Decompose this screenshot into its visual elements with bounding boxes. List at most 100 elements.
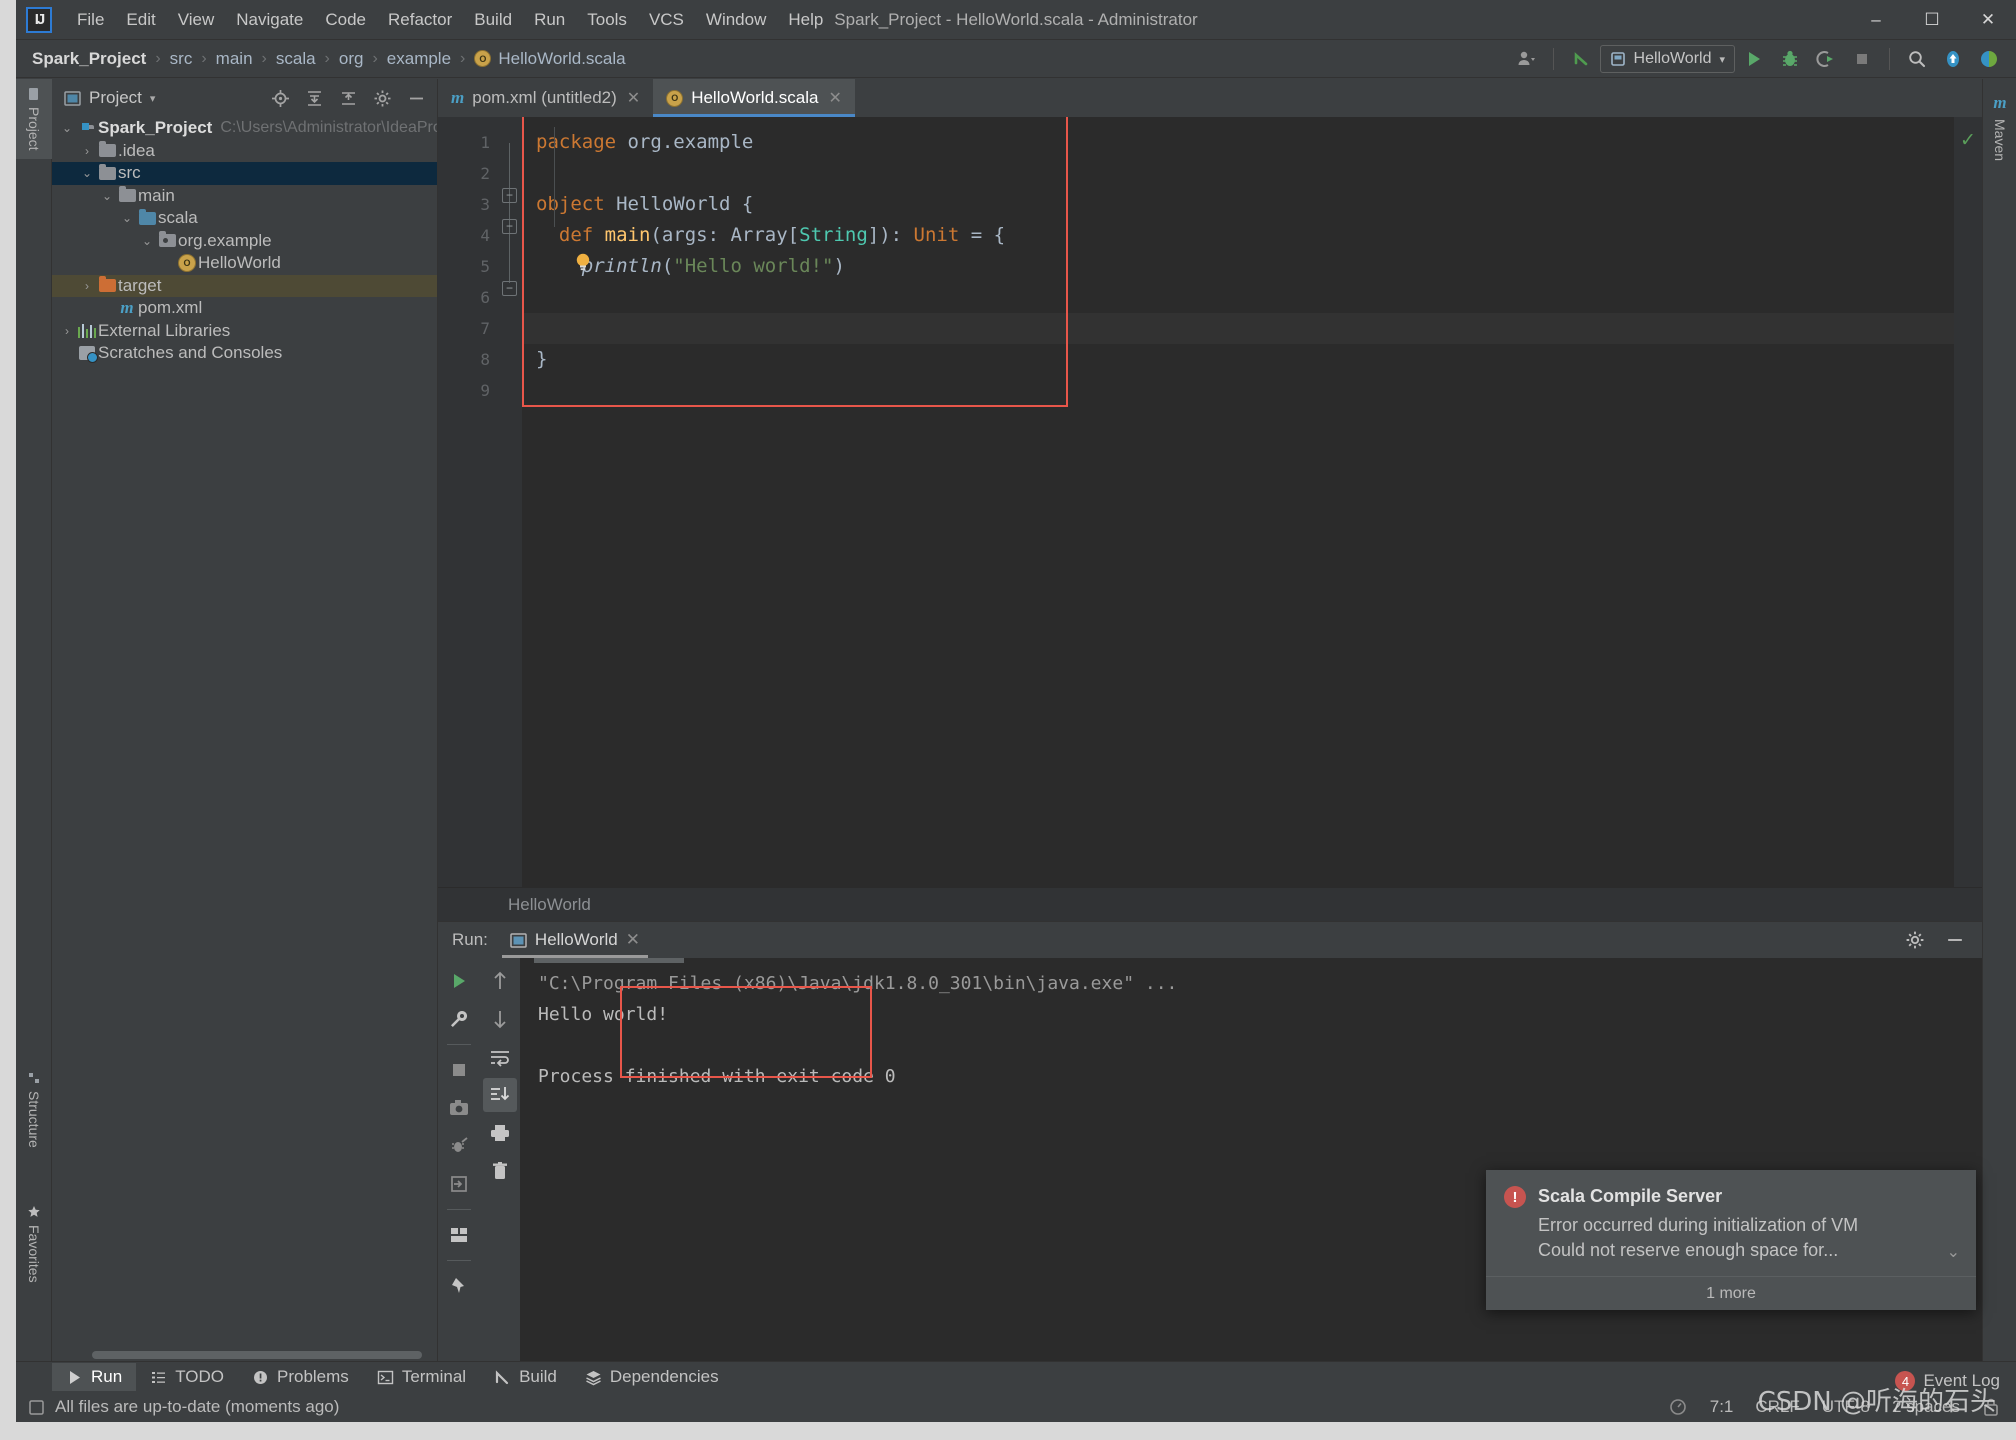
menu-item-edit[interactable]: Edit xyxy=(115,6,166,34)
update-icon[interactable] xyxy=(1936,44,1970,74)
export-icon[interactable] xyxy=(442,1167,476,1201)
editor-tab-pom-xml[interactable]: m pom.xml (untitled2) ✕ xyxy=(438,79,653,117)
menu-item-refactor[interactable]: Refactor xyxy=(377,6,463,34)
code-editor[interactable]: package org.example object HelloWorld { … xyxy=(522,117,1954,887)
minimize-icon[interactable] xyxy=(1938,925,1972,955)
close-icon[interactable]: ✕ xyxy=(627,88,640,108)
gear-icon[interactable] xyxy=(1898,925,1932,955)
menu-item-view[interactable]: View xyxy=(167,6,226,34)
dump-threads-icon[interactable] xyxy=(442,1129,476,1163)
tree-expand-arrow-icon[interactable]: › xyxy=(78,144,96,158)
tree-expand-arrow-icon[interactable]: ⌄ xyxy=(78,166,96,180)
down-arrow-icon[interactable] xyxy=(483,1002,517,1036)
tree-item[interactable]: ⌄ main xyxy=(52,185,437,208)
tree-item[interactable]: › .idea xyxy=(52,140,437,163)
soft-wrap-icon[interactable] xyxy=(483,1040,517,1074)
tree-item[interactable]: › target xyxy=(52,274,437,297)
code-line[interactable]: } xyxy=(522,344,1954,375)
menu-item-vcs[interactable]: VCS xyxy=(638,6,695,34)
run-icon[interactable] xyxy=(1737,44,1771,74)
run-tab-helloworld[interactable]: HelloWorld ✕ xyxy=(501,922,649,958)
bottom-tab-build[interactable]: Build xyxy=(480,1363,571,1391)
code-line[interactable] xyxy=(522,158,1954,189)
lock-icon[interactable] xyxy=(1982,1397,2000,1417)
close-icon[interactable]: ✕ xyxy=(626,930,640,950)
vcs-update-icon[interactable] xyxy=(1564,44,1598,74)
code-line[interactable]: object HelloWorld { xyxy=(522,189,1954,220)
tree-item[interactable]: ⌄ Spark_Project C:\Users\Administrator\Ide… xyxy=(52,117,437,140)
stop-icon[interactable] xyxy=(442,1053,476,1087)
bottom-tab-todo[interactable]: TODO xyxy=(136,1363,238,1391)
menu-item-build[interactable]: Build xyxy=(463,6,523,34)
fold-marker-end[interactable]: − xyxy=(502,281,517,296)
indent-setting[interactable]: 2 spaces xyxy=(1892,1397,1960,1417)
code-line[interactable]: def main(args: Array[String]): Unit = { xyxy=(522,220,1954,251)
code-line[interactable]: println("Hello world!") xyxy=(522,251,1954,282)
tree-item[interactable]: › External Libraries xyxy=(52,320,437,343)
intention-bulb-icon[interactable] xyxy=(572,251,594,273)
editor-viewport[interactable]: 1 2 3 4 5 6 7 8 9 − − − package org.example obje… xyxy=(438,117,1982,887)
collapse-all-icon[interactable] xyxy=(335,86,361,110)
breadcrumb-item-3[interactable]: scala xyxy=(276,49,316,69)
code-line[interactable] xyxy=(522,313,1954,344)
close-icon[interactable]: ✕ xyxy=(828,88,841,108)
camera-icon[interactable] xyxy=(442,1091,476,1125)
debug-icon[interactable] xyxy=(1773,44,1807,74)
menu-item-help[interactable]: Help xyxy=(777,6,834,34)
bottom-tab-run[interactable]: Run xyxy=(52,1363,137,1391)
run-configuration-selector[interactable]: HelloWorld ▾ xyxy=(1599,45,1735,73)
bottom-tab-dependencies[interactable]: Dependencies xyxy=(571,1363,733,1391)
menu-item-run[interactable]: Run xyxy=(523,6,576,34)
run-coverage-icon[interactable] xyxy=(1809,44,1843,74)
code-line[interactable]: package org.example xyxy=(522,127,1954,158)
project-tree[interactable]: ⌄ Spark_Project C:\Users\Administrator\Ide… xyxy=(52,117,437,1361)
event-log-button[interactable]: 4 Event Log xyxy=(1895,1371,2000,1391)
maximize-button[interactable]: ☐ xyxy=(1904,0,1960,40)
tree-expand-arrow-icon[interactable]: ⌄ xyxy=(98,189,116,203)
breadcrumb-item-6[interactable]: O HelloWorld.scala xyxy=(474,49,626,69)
code-line[interactable] xyxy=(522,375,1954,406)
gear-icon[interactable] xyxy=(369,86,395,110)
ide-icon[interactable] xyxy=(1972,44,2006,74)
tree-item[interactable]: Scratches and Consoles xyxy=(52,342,437,365)
tree-expand-arrow-icon[interactable]: ⌄ xyxy=(138,234,156,248)
bottom-tab-problems[interactable]: Problems xyxy=(238,1363,363,1391)
notification-more-link[interactable]: 1 more xyxy=(1486,1276,1976,1310)
inspection-level-icon[interactable] xyxy=(1668,1397,1688,1417)
notification-balloon[interactable]: ! Scala Compile Server Error occurred du… xyxy=(1486,1170,1976,1310)
menu-item-file[interactable]: File xyxy=(66,6,115,34)
trash-icon[interactable] xyxy=(483,1154,517,1188)
sidebar-item-structure[interactable]: Structure xyxy=(16,1063,52,1156)
fold-marker-method[interactable]: − xyxy=(502,219,517,234)
menu-item-code[interactable]: Code xyxy=(314,6,377,34)
tree-horizontal-scrollbar[interactable] xyxy=(92,1351,422,1359)
line-separator[interactable]: CRLF xyxy=(1755,1397,1799,1417)
close-button[interactable]: ✕ xyxy=(1960,0,2016,40)
menu-item-navigate[interactable]: Navigate xyxy=(225,6,314,34)
caret-position[interactable]: 7:1 xyxy=(1710,1397,1734,1417)
breadcrumb-item-2[interactable]: main xyxy=(216,49,253,69)
sidebar-item-favorites[interactable]: Favorites xyxy=(16,1197,52,1291)
breadcrumb-item-0[interactable]: Spark_Project xyxy=(32,49,146,69)
up-arrow-icon[interactable] xyxy=(483,964,517,998)
tree-expand-arrow-icon[interactable]: › xyxy=(58,324,76,338)
menu-item-tools[interactable]: Tools xyxy=(576,6,638,34)
breadcrumb-item-1[interactable]: src xyxy=(170,49,193,69)
tree-expand-arrow-icon[interactable]: ⌄ xyxy=(118,211,136,225)
sidebar-item-maven[interactable]: m Maven xyxy=(1983,85,2016,169)
stop-icon[interactable] xyxy=(1845,44,1879,74)
sidebar-item-project[interactable]: Project xyxy=(16,79,52,159)
breadcrumb-item-4[interactable]: org xyxy=(339,49,364,69)
fold-marker-object[interactable]: − xyxy=(502,188,517,203)
settings-wrench-icon[interactable] xyxy=(442,1002,476,1036)
bottom-tab-terminal[interactable]: Terminal xyxy=(363,1363,480,1391)
pin-icon[interactable] xyxy=(442,1269,476,1303)
layout-icon[interactable] xyxy=(442,1218,476,1252)
tree-item[interactable]: O HelloWorld xyxy=(52,252,437,275)
chevron-down-icon[interactable]: ▾ xyxy=(150,92,156,105)
tree-expand-arrow-icon[interactable]: ⌄ xyxy=(58,121,76,135)
print-icon[interactable] xyxy=(483,1116,517,1150)
tree-item[interactable]: ⌄ src xyxy=(52,162,437,185)
hide-icon[interactable] xyxy=(403,86,429,110)
chevron-down-icon[interactable]: ⌄ xyxy=(1947,1242,1960,1262)
